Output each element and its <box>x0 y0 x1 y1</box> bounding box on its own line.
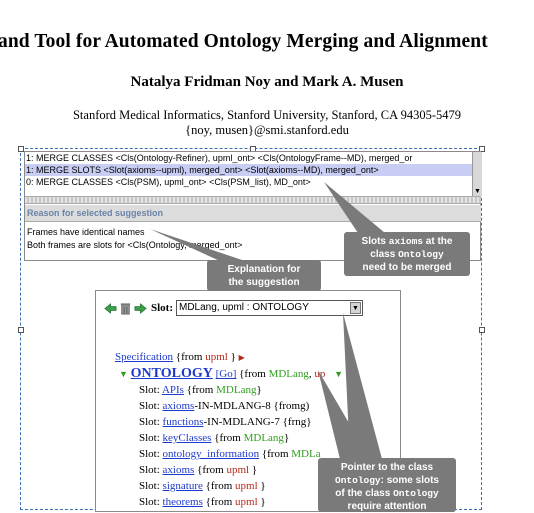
pointer-slots <box>324 182 385 233</box>
pointer-explanation <box>150 229 248 262</box>
callout-pointers <box>150 182 385 459</box>
